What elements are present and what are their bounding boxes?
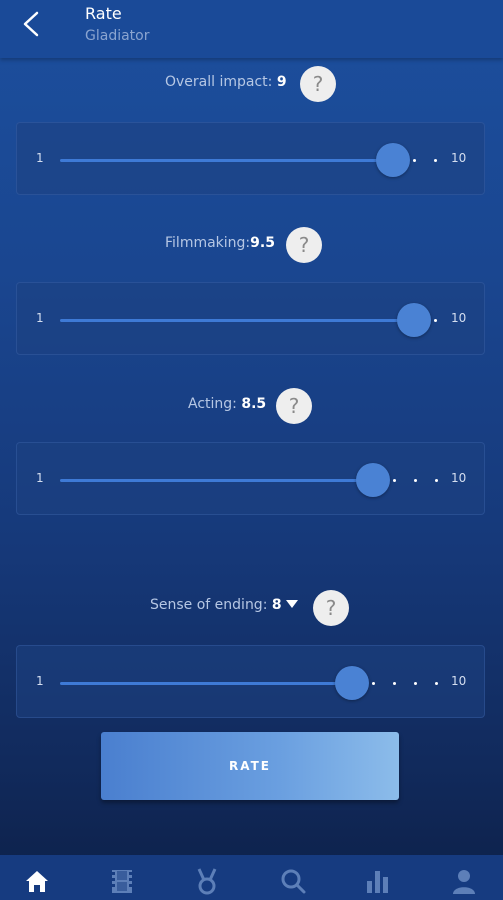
slider-card-acting: 1 10 xyxy=(16,442,485,515)
film-icon[interactable] xyxy=(108,867,136,895)
rate-button[interactable]: RATE xyxy=(101,732,399,800)
slider-thumb[interactable] xyxy=(355,463,390,497)
app-header: Rate Gladiator xyxy=(0,0,503,58)
slider-step-dot xyxy=(434,682,438,685)
rating-name: Sense of ending: xyxy=(150,597,268,613)
rating-label-filmmaking: Filmmaking:9.5 xyxy=(165,235,275,251)
dropdown-triangle-icon[interactable] xyxy=(285,600,298,608)
slider-max-label: 10 xyxy=(451,674,467,688)
slider-step-dot xyxy=(413,479,417,482)
slider-step-dot xyxy=(434,479,438,482)
bottom-nav xyxy=(0,855,503,900)
slider-step-dot xyxy=(392,682,396,685)
slider-track[interactable] xyxy=(60,479,373,482)
page-title: Rate xyxy=(85,4,122,23)
slider-card-filmmaking: 1 10 xyxy=(16,282,485,355)
profile-icon[interactable] xyxy=(450,867,478,895)
rating-label-row-acting: Acting: 8.5 ? xyxy=(0,386,503,426)
slider-max-label: 10 xyxy=(451,151,467,165)
help-button[interactable]: ? xyxy=(276,388,312,424)
slider-track[interactable] xyxy=(60,682,352,685)
rating-label-row-sense-of-ending: Sense of ending: 8 ? xyxy=(0,589,503,629)
slider-step-dot xyxy=(434,159,438,162)
rating-name: Overall impact: xyxy=(165,74,273,90)
slider-step-dot xyxy=(371,682,375,685)
slider-max-label: 10 xyxy=(451,471,467,485)
slider-min-label: 1 xyxy=(36,471,44,485)
help-button[interactable]: ? xyxy=(300,66,336,102)
slider-card-sense-of-ending: 1 10 xyxy=(16,645,485,718)
rating-value: 9 xyxy=(276,74,287,90)
slider-min-label: 1 xyxy=(36,151,44,165)
medal-icon[interactable] xyxy=(193,867,221,895)
slider-thumb[interactable] xyxy=(334,666,369,700)
slider-card-overall-impact: 1 10 xyxy=(16,122,485,195)
slider-min-label: 1 xyxy=(36,674,44,688)
slider-track[interactable] xyxy=(60,319,415,322)
rating-value: 9.5 xyxy=(250,235,275,251)
rating-label-acting: Acting: 8.5 xyxy=(188,396,266,412)
rating-label-row-overall-impact: Overall impact: 9 ? xyxy=(0,64,503,104)
slider-step-dot xyxy=(434,319,438,322)
bar-chart-icon[interactable] xyxy=(364,867,392,895)
search-icon[interactable] xyxy=(279,867,307,895)
back-arrow-icon[interactable] xyxy=(18,10,46,38)
help-button[interactable]: ? xyxy=(313,590,349,626)
rating-label-row-filmmaking: Filmmaking:9.5 ? xyxy=(0,225,503,265)
slider-step-dot xyxy=(392,479,396,482)
rating-label-overall-impact: Overall impact: 9 xyxy=(165,74,287,90)
rating-label-sense-of-ending[interactable]: Sense of ending: 8 xyxy=(150,597,298,613)
slider-remaining-dots xyxy=(371,682,438,685)
slider-step-dot xyxy=(413,682,417,685)
slider-min-label: 1 xyxy=(36,311,44,325)
slider-remaining-dots xyxy=(434,319,438,322)
rating-name: Acting: xyxy=(188,396,237,412)
home-icon[interactable] xyxy=(23,867,51,895)
slider-max-label: 10 xyxy=(451,311,467,325)
slider-thumb[interactable] xyxy=(376,143,411,177)
rating-name: Filmmaking: xyxy=(165,235,251,251)
slider-remaining-dots xyxy=(413,159,438,162)
help-button[interactable]: ? xyxy=(286,227,322,263)
movie-subtitle: Gladiator xyxy=(85,28,150,44)
rating-value: 8.5 xyxy=(241,396,267,412)
rating-value: 8 xyxy=(271,597,282,613)
slider-thumb[interactable] xyxy=(397,303,432,337)
slider-step-dot xyxy=(413,159,417,162)
slider-track[interactable] xyxy=(60,159,394,162)
slider-remaining-dots xyxy=(392,479,438,482)
